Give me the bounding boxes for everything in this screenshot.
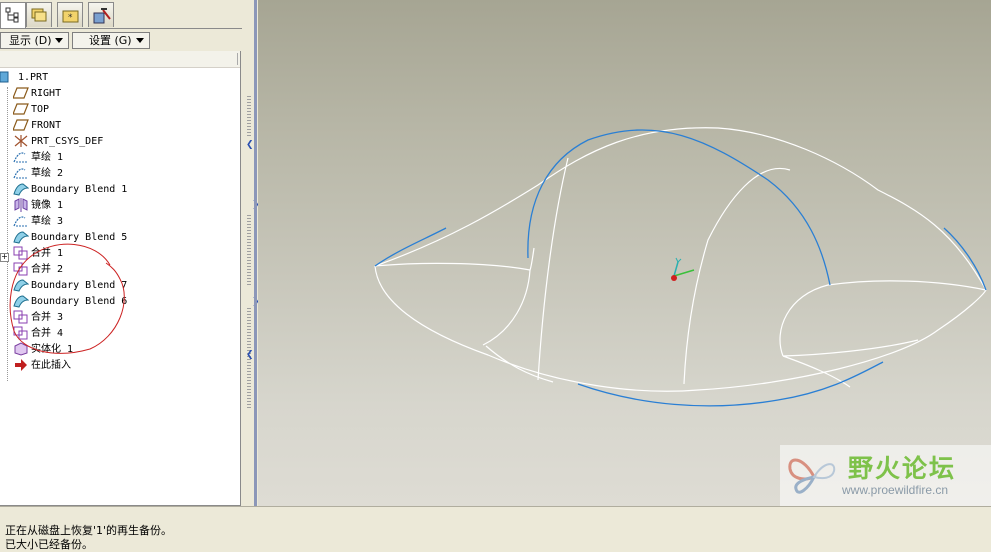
folder-browser-tab[interactable] bbox=[26, 2, 52, 27]
merge-icon bbox=[13, 310, 29, 324]
coordinate-system-triad bbox=[671, 257, 695, 281]
message-area: 正在从磁盘上恢复'1'的再生备份。 已大小已经备份。 bbox=[0, 506, 991, 551]
tree-item[interactable]: 草绘 2 bbox=[13, 166, 63, 182]
tree-item[interactable]: 合并 4 bbox=[13, 326, 63, 342]
forum-watermark: 野火论坛 www.proewildfire.cn bbox=[780, 445, 991, 506]
merge-icon bbox=[13, 246, 29, 260]
tree-item[interactable]: 实体化 1 bbox=[13, 342, 73, 358]
collapse-left-icon[interactable]: ❮ bbox=[246, 350, 254, 360]
butterfly-logo-icon bbox=[788, 458, 836, 494]
model-tree-tab[interactable] bbox=[0, 2, 26, 29]
tree-item[interactable]: PRT_CSYS_DEF bbox=[13, 134, 103, 150]
sketch-icon bbox=[13, 214, 29, 228]
tree-item[interactable]: 合并 2 bbox=[13, 262, 63, 278]
boundary-blend-icon bbox=[13, 278, 30, 292]
tree-root-item[interactable]: 1.PRT bbox=[0, 70, 48, 86]
tree-item[interactable]: FRONT bbox=[12, 118, 61, 134]
model-tree[interactable]: + 1.PRT RIGHT TOP FRONT PRT_CSYS_DEF 草绘 … bbox=[0, 51, 241, 506]
tree-item[interactable]: Boundary Blend 5 bbox=[13, 230, 127, 246]
tree-item[interactable]: 合并 3 bbox=[13, 310, 63, 326]
settings-menu-button[interactable]: 设置 (G) bbox=[72, 32, 150, 49]
collapse-left-icon[interactable]: ❮ bbox=[246, 140, 254, 150]
display-menu-button[interactable]: 显示 (D) bbox=[0, 32, 69, 49]
model-tree-panel: * 显示 (D) 设置 (G) + 1.PRT RIGHT TOP FRONT … bbox=[0, 0, 242, 506]
sketch-icon bbox=[13, 166, 29, 180]
datum-plane-icon bbox=[12, 118, 29, 132]
settings-menu-label: 设置 (G) bbox=[89, 34, 132, 47]
graphics-viewport[interactable]: 野火论坛 www.proewildfire.cn bbox=[258, 0, 991, 506]
boundary-blend-icon bbox=[13, 294, 30, 308]
favorites-tab[interactable]: * bbox=[57, 2, 83, 27]
part-icon bbox=[0, 70, 16, 84]
tree-item[interactable]: 合并 1 bbox=[13, 246, 63, 262]
surface-model-wireframe bbox=[374, 127, 987, 407]
csys-icon bbox=[13, 134, 29, 148]
tools-icon bbox=[93, 8, 111, 24]
tree-item[interactable]: 草绘 1 bbox=[13, 150, 63, 166]
boundary-blend-icon bbox=[13, 230, 30, 244]
tree-item[interactable]: Boundary Blend 7 bbox=[13, 278, 127, 294]
tree-item[interactable]: 草绘 3 bbox=[13, 214, 63, 230]
datum-plane-icon bbox=[12, 102, 29, 116]
datum-plane-icon bbox=[12, 86, 29, 100]
mirror-icon bbox=[13, 198, 29, 212]
tree-item[interactable]: RIGHT bbox=[12, 86, 61, 102]
status-message-line: 已大小已经备份。 bbox=[5, 538, 93, 551]
svg-text:*: * bbox=[68, 13, 73, 23]
insert-here-arrow-icon bbox=[13, 358, 29, 372]
tree-icon bbox=[5, 7, 19, 23]
tree-item[interactable]: Boundary Blend 1 bbox=[13, 182, 127, 198]
model-tree-toolbar: 显示 (D) 设置 (G) bbox=[0, 28, 242, 51]
watermark-title: 野火论坛 bbox=[848, 454, 957, 483]
tree-item[interactable]: TOP bbox=[12, 102, 49, 118]
chevron-down-icon bbox=[136, 38, 144, 43]
tree-column-header bbox=[0, 51, 240, 68]
expand-icon[interactable]: + bbox=[0, 253, 9, 262]
connections-tab[interactable] bbox=[88, 2, 114, 27]
display-menu-label: 显示 (D) bbox=[9, 34, 52, 47]
boundary-blend-icon bbox=[13, 182, 30, 196]
tree-item[interactable]: Boundary Blend 6 bbox=[13, 294, 127, 310]
watermark-url: www.proewildfire.cn bbox=[842, 483, 949, 497]
insert-here-item[interactable]: 在此插入 bbox=[13, 358, 71, 374]
sketch-icon bbox=[13, 150, 29, 164]
solidify-icon bbox=[13, 342, 29, 356]
merge-icon bbox=[13, 262, 29, 276]
chevron-down-icon bbox=[55, 38, 63, 43]
tree-item[interactable]: 镜像 1 bbox=[13, 198, 63, 214]
folders-icon bbox=[31, 8, 47, 22]
navigator-tab-strip: * bbox=[0, 0, 242, 29]
panel-splitter[interactable]: ❮ ❯ ❯ ❮ bbox=[242, 0, 260, 506]
merge-icon bbox=[13, 326, 29, 340]
favorites-folder-icon: * bbox=[62, 10, 79, 23]
